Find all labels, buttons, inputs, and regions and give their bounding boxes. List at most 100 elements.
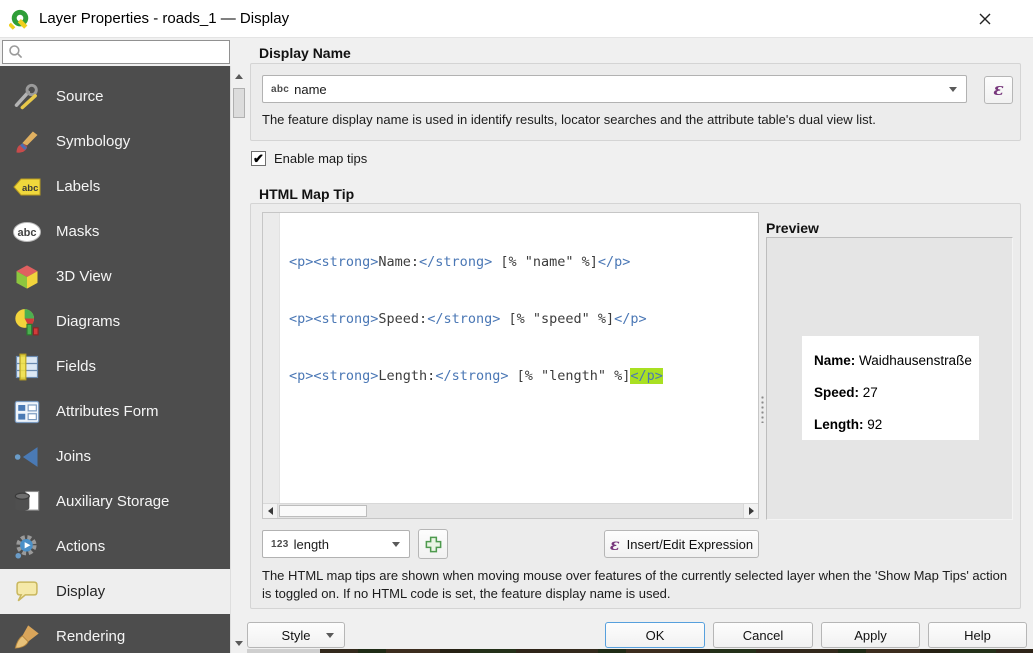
display-name-value: name — [294, 81, 327, 97]
style-button[interactable]: Style — [247, 622, 345, 648]
cancel-button-label: Cancel — [742, 627, 784, 643]
code-segment: <p><strong> — [289, 368, 379, 384]
insert-edit-expression-label: Insert/Edit Expression — [626, 536, 754, 552]
hscrollbar-thumb[interactable] — [279, 505, 367, 517]
code-segment: [% "name" %] — [492, 254, 598, 270]
help-button[interactable]: Help — [928, 622, 1027, 648]
window-title: Layer Properties - roads_1 — Display — [39, 10, 290, 27]
rendering-icon — [11, 621, 43, 653]
scrollbar-thumb[interactable] — [233, 88, 245, 118]
sidebar-item-masks[interactable]: abc Masks — [0, 209, 230, 254]
sidebar-item-symbology[interactable]: Symbology — [0, 119, 230, 164]
display-icon — [11, 576, 43, 608]
preview-name-value: Waidhausenstraße — [855, 353, 972, 368]
editor-text-area[interactable]: <p><strong>Name:</strong> [% "name" %]</… — [281, 213, 758, 503]
sidebar-item-label: Joins — [56, 448, 92, 465]
sidebar-item-label: Source — [56, 88, 104, 105]
chevron-down-icon[interactable] — [940, 76, 966, 102]
qgis-logo-icon — [9, 9, 29, 30]
plus-icon — [425, 536, 441, 552]
style-button-label: Style — [281, 627, 311, 643]
svg-text:abc: abc — [18, 227, 37, 239]
fields-icon — [11, 351, 43, 383]
symbology-icon — [11, 126, 43, 158]
sidebar-item-label: Diagrams — [56, 313, 121, 330]
sidebar-item-rendering[interactable]: Rendering — [0, 614, 230, 653]
html-code-editor[interactable]: <p><strong>Name:</strong> [% "name" %]</… — [262, 212, 759, 519]
scroll-right-icon[interactable] — [743, 504, 758, 518]
code-line-3: <p><strong>Length:</strong> [% "length" … — [289, 367, 758, 386]
editor-gutter — [263, 213, 280, 503]
code-segment: Name: — [378, 254, 420, 270]
code-segment: </strong> — [427, 311, 501, 327]
sidebar-scrollbar[interactable] — [230, 66, 247, 653]
sidebar: Source Symbology abc Labels abc Masks 3D… — [0, 66, 230, 653]
sidebar-item-auxiliary-storage[interactable]: Auxiliary Storage — [0, 479, 230, 524]
search-input[interactable] — [28, 42, 229, 62]
preview-header: Preview — [766, 220, 819, 236]
preview-speed-value: 27 — [859, 385, 878, 400]
sidebar-item-joins[interactable]: Joins — [0, 434, 230, 479]
attributes-form-icon — [11, 396, 43, 428]
code-segment: <p><strong> — [289, 311, 379, 327]
layer-properties-dialog: Layer Properties - roads_1 — Display Sou… — [0, 0, 1033, 653]
sidebar-item-source[interactable]: Source — [0, 74, 230, 119]
code-segment: </p> — [597, 254, 631, 270]
sidebar-item-attributes-form[interactable]: Attributes Form — [0, 389, 230, 434]
code-segment: </p> — [614, 311, 647, 327]
sidebar-search — [2, 40, 230, 64]
scroll-down-icon[interactable] — [231, 635, 247, 651]
preview-row-name: Name: Waidhausenstraße — [814, 353, 975, 368]
close-icon[interactable] — [972, 7, 998, 31]
ok-button[interactable]: OK — [605, 622, 705, 648]
scroll-up-icon[interactable] — [231, 68, 247, 84]
insert-field-button[interactable] — [418, 529, 448, 559]
sidebar-item-display[interactable]: Display — [0, 569, 230, 614]
scroll-left-icon[interactable] — [263, 504, 278, 518]
display-name-header: Display Name — [259, 45, 351, 61]
enable-map-tips-checkbox[interactable]: ✔ — [251, 151, 266, 166]
code-segment: [% "length" %] — [508, 368, 631, 384]
code-segment: [% "speed" %] — [500, 311, 615, 327]
sidebar-item-label: Display — [56, 583, 106, 600]
display-name-expression-button[interactable]: ε — [984, 76, 1013, 104]
3d-view-icon — [11, 261, 43, 293]
code-segment: Length: — [378, 368, 436, 384]
sidebar-item-actions[interactable]: Actions — [0, 524, 230, 569]
insert-edit-expression-button[interactable]: ε Insert/Edit Expression — [604, 530, 759, 558]
sidebar-item-3d-view[interactable]: 3D View — [0, 254, 230, 299]
field-type-badge: abc — [271, 83, 290, 95]
joins-icon — [11, 441, 43, 473]
code-segment: <p><strong> — [289, 254, 379, 270]
sidebar-item-label: Auxiliary Storage — [56, 493, 170, 510]
source-icon — [11, 81, 43, 113]
preview-name-label: Name: — [814, 353, 856, 368]
field-select-combo[interactable]: 123 length — [262, 530, 410, 558]
actions-icon — [11, 531, 43, 563]
labels-icon: abc — [11, 171, 43, 203]
sidebar-item-labels[interactable]: abc Labels — [0, 164, 230, 209]
chevron-down-icon[interactable] — [383, 531, 409, 557]
diagrams-icon — [11, 306, 43, 338]
editor-horizontal-scrollbar[interactable] — [263, 503, 758, 518]
apply-button[interactable]: Apply — [821, 622, 920, 648]
code-segment: Speed: — [378, 311, 428, 327]
splitter-handle[interactable] — [760, 395, 765, 423]
sidebar-item-label: Actions — [56, 538, 106, 555]
sidebar-item-diagrams[interactable]: Diagrams — [0, 299, 230, 344]
sidebar-item-label: Fields — [56, 358, 97, 375]
field-type-badge-123: 123 — [271, 538, 289, 550]
display-name-combo[interactable]: abc name — [262, 75, 967, 103]
preview-row-speed: Speed: 27 — [814, 385, 975, 400]
sidebar-item-label: Labels — [56, 178, 101, 195]
cancel-button[interactable]: Cancel — [713, 622, 813, 648]
sidebar-item-fields[interactable]: Fields — [0, 344, 230, 389]
chevron-down-icon — [326, 632, 334, 638]
help-button-label: Help — [964, 627, 991, 643]
map-tip-preview-box: Name: Waidhausenstraße Speed: 27 Length:… — [802, 336, 979, 440]
code-segment: </strong> — [435, 368, 509, 384]
preview-length-label: Length: — [814, 417, 864, 432]
preview-length-value: 92 — [863, 417, 883, 432]
code-line-2: <p><strong>Speed:</strong> [% "speed" %]… — [289, 310, 758, 329]
svg-text:abc: abc — [22, 183, 38, 194]
